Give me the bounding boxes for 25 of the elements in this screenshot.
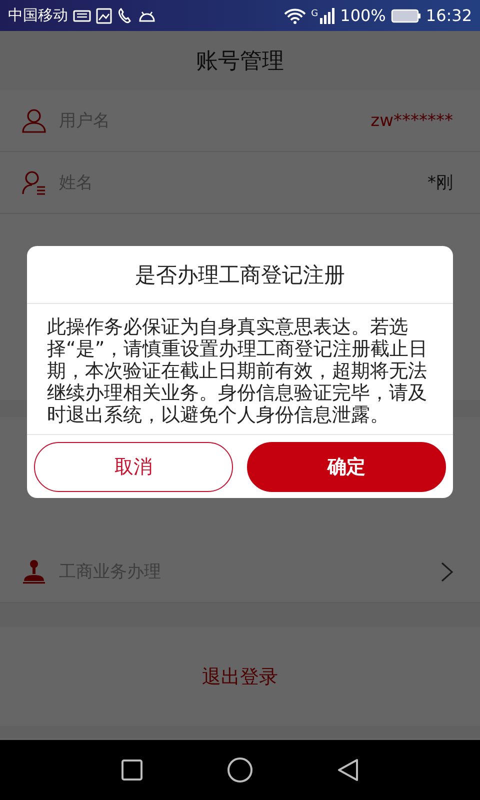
row-icon bbox=[22, 558, 46, 584]
confirm-button[interactable]: 确定 bbox=[247, 442, 446, 492]
wifi-icon bbox=[284, 8, 306, 24]
back-icon bbox=[337, 758, 359, 782]
image-icon bbox=[96, 8, 112, 24]
row-value: *刚 bbox=[428, 172, 453, 194]
network-type: G bbox=[311, 9, 318, 19]
dialog-title: 是否办理工商登记注册 bbox=[27, 246, 453, 304]
keyboard-icon bbox=[73, 10, 91, 22]
recent-apps-icon bbox=[121, 759, 143, 781]
home-icon bbox=[227, 757, 253, 783]
row-icon bbox=[22, 108, 46, 134]
cancel-button[interactable]: 取消 bbox=[34, 442, 233, 492]
chevron-right-icon bbox=[441, 562, 453, 582]
battery-percent: 100% bbox=[340, 6, 386, 25]
dialog-message: 此操作务必保证为自身真实意思表达。若选择“是”，请慎重设置办理工商登记注册截止日期，本次验证在截止日期前有效，超期将无法继续办理相关业务。身份信息验证完毕，请及时退出系统，以避免个人身份信息泄露。 bbox=[27, 304, 453, 435]
battery-icon bbox=[390, 8, 421, 22]
page-title: 账号管理 bbox=[196, 48, 284, 76]
android-icon bbox=[138, 10, 156, 22]
carrier-name: 中国移动 bbox=[8, 6, 68, 25]
clock-time: 16:32 bbox=[426, 6, 472, 25]
phone-icon bbox=[117, 8, 133, 24]
row-value: zw******* bbox=[370, 110, 453, 130]
row-icon bbox=[22, 170, 46, 196]
signal-icon bbox=[319, 8, 336, 24]
